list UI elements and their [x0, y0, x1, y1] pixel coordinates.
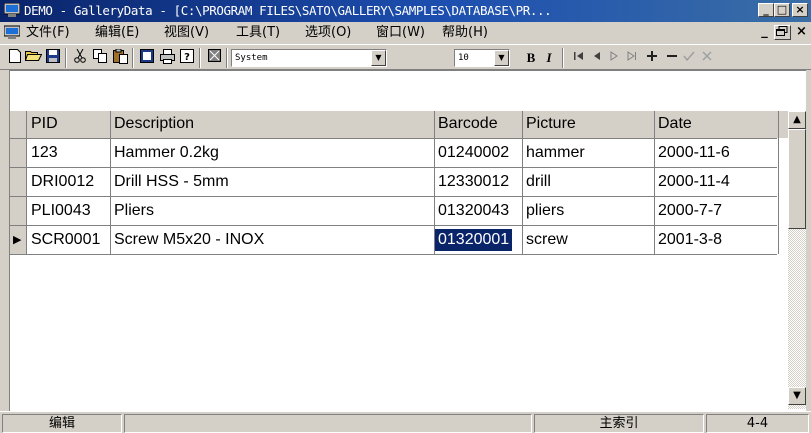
- menu-view[interactable]: 视图(V): [164, 25, 209, 41]
- status-bar: 编辑 主索引 4-4: [0, 411, 811, 433]
- column-header-date[interactable]: Date: [658, 115, 692, 133]
- add-record-icon[interactable]: [643, 49, 661, 66]
- column-header-pid[interactable]: PID: [31, 115, 58, 133]
- new-icon[interactable]: [6, 49, 24, 66]
- restore-icon: [776, 26, 788, 36]
- font-size-value: 10: [458, 53, 469, 63]
- toolbar-separator: [199, 48, 201, 68]
- mdi-minimize-button[interactable]: _: [756, 25, 773, 40]
- menu-window[interactable]: 窗口(W): [376, 25, 425, 41]
- table-cell[interactable]: pliers: [526, 202, 564, 220]
- menu-options[interactable]: 选项(O): [305, 25, 351, 41]
- selected-cell[interactable]: 01320001: [435, 229, 513, 251]
- scroll-thumb[interactable]: [788, 129, 806, 229]
- table-cell[interactable]: 01240002: [438, 144, 509, 162]
- table-cell[interactable]: DRI0012: [31, 173, 94, 191]
- menu-file[interactable]: 文件(F): [26, 25, 70, 41]
- table-cell[interactable]: screw: [526, 231, 568, 249]
- table-cell[interactable]: 2000-11-6: [658, 144, 730, 162]
- menu-help[interactable]: 帮助(H): [442, 25, 488, 41]
- status-index: 主索引: [534, 414, 704, 433]
- table-cell[interactable]: 12330012: [438, 173, 509, 191]
- minimize-button[interactable]: _: [758, 3, 774, 17]
- table-cell[interactable]: Pliers: [114, 202, 154, 220]
- column-header-barcode[interactable]: Barcode: [438, 115, 498, 133]
- current-row-indicator-icon: ▶: [13, 234, 22, 246]
- font-name-select[interactable]: System ▼: [231, 49, 387, 67]
- table-cell[interactable]: Drill HSS - 5mm: [114, 173, 229, 191]
- column-header-picture[interactable]: Picture: [526, 115, 576, 133]
- font-size-select[interactable]: 10 ▼: [454, 49, 510, 67]
- app-icon: [4, 3, 20, 17]
- toolbar-separator: [562, 48, 564, 68]
- prev-record-icon[interactable]: [588, 49, 606, 66]
- table-cell[interactable]: 01320043: [438, 202, 509, 220]
- toolbar-separator: [226, 48, 228, 68]
- scroll-down-icon[interactable]: ▼: [788, 387, 806, 405]
- next-record-icon[interactable]: [605, 49, 623, 66]
- menu-bar: 文件(F) 编辑(E) 视图(V) 工具(T) 选项(O) 窗口(W) 帮助(H…: [0, 22, 811, 43]
- column-header-description[interactable]: Description: [114, 115, 194, 133]
- window-title: DEMO - GalleryData - [C:\PROGRAM FILES\S…: [24, 3, 552, 18]
- status-record-position: 4-4: [706, 414, 809, 433]
- open-icon[interactable]: [24, 49, 42, 66]
- bold-button[interactable]: B: [522, 49, 540, 66]
- grid-icon[interactable]: [205, 49, 223, 66]
- table-cell[interactable]: 2001-3-8: [658, 231, 722, 249]
- mdi-close-button[interactable]: ×: [793, 25, 810, 40]
- confirm-icon[interactable]: [680, 49, 698, 66]
- table-cell[interactable]: 2000-7-7: [658, 202, 722, 220]
- help-icon[interactable]: ?: [178, 49, 196, 66]
- toolbar-separator: [132, 48, 134, 68]
- vertical-scrollbar[interactable]: ▲ ▼: [788, 111, 806, 409]
- table-cell[interactable]: PLI0043: [31, 202, 91, 220]
- menu-tools[interactable]: 工具(T): [236, 25, 280, 41]
- title-bar: DEMO - GalleryData - [C:\PROGRAM FILES\S…: [0, 0, 811, 22]
- print-icon[interactable]: [158, 49, 176, 66]
- document-icon[interactable]: [4, 25, 20, 40]
- table-cell[interactable]: 2000-11-4: [658, 173, 730, 191]
- scroll-up-icon[interactable]: ▲: [788, 111, 806, 129]
- table-cell[interactable]: Screw M5x20 - INOX: [114, 231, 264, 249]
- cut-icon[interactable]: [71, 48, 89, 66]
- toolbar-separator: [65, 48, 67, 68]
- table-cell[interactable]: hammer: [526, 144, 585, 162]
- status-mode: 编辑: [2, 414, 122, 433]
- svg-text:?: ?: [184, 52, 190, 63]
- table-cell[interactable]: SCR0001: [31, 231, 100, 249]
- table-cell[interactable]: drill: [526, 173, 551, 191]
- cancel-icon[interactable]: [698, 49, 716, 66]
- design-icon[interactable]: [138, 49, 156, 66]
- menu-edit[interactable]: 编辑(E): [95, 25, 139, 41]
- table-cell[interactable]: Hammer 0.2kg: [114, 144, 219, 162]
- paste-icon[interactable]: [111, 48, 129, 66]
- italic-button[interactable]: I: [540, 49, 558, 66]
- close-button[interactable]: ×: [792, 3, 808, 17]
- toolbar: ? System ▼ 10 ▼ B I: [0, 44, 811, 70]
- delete-record-icon[interactable]: [663, 49, 681, 66]
- status-message: [124, 414, 532, 433]
- chevron-down-icon[interactable]: ▼: [494, 50, 509, 66]
- mdi-restore-button[interactable]: [774, 25, 791, 40]
- chevron-down-icon[interactable]: ▼: [371, 50, 386, 66]
- first-record-icon[interactable]: [570, 49, 588, 66]
- font-name-value: System: [235, 53, 268, 63]
- copy-icon[interactable]: [91, 49, 109, 66]
- last-record-icon[interactable]: [623, 49, 641, 66]
- save-icon[interactable]: [44, 49, 62, 66]
- maximize-button[interactable]: □: [774, 3, 790, 17]
- table-cell[interactable]: 123: [31, 144, 58, 162]
